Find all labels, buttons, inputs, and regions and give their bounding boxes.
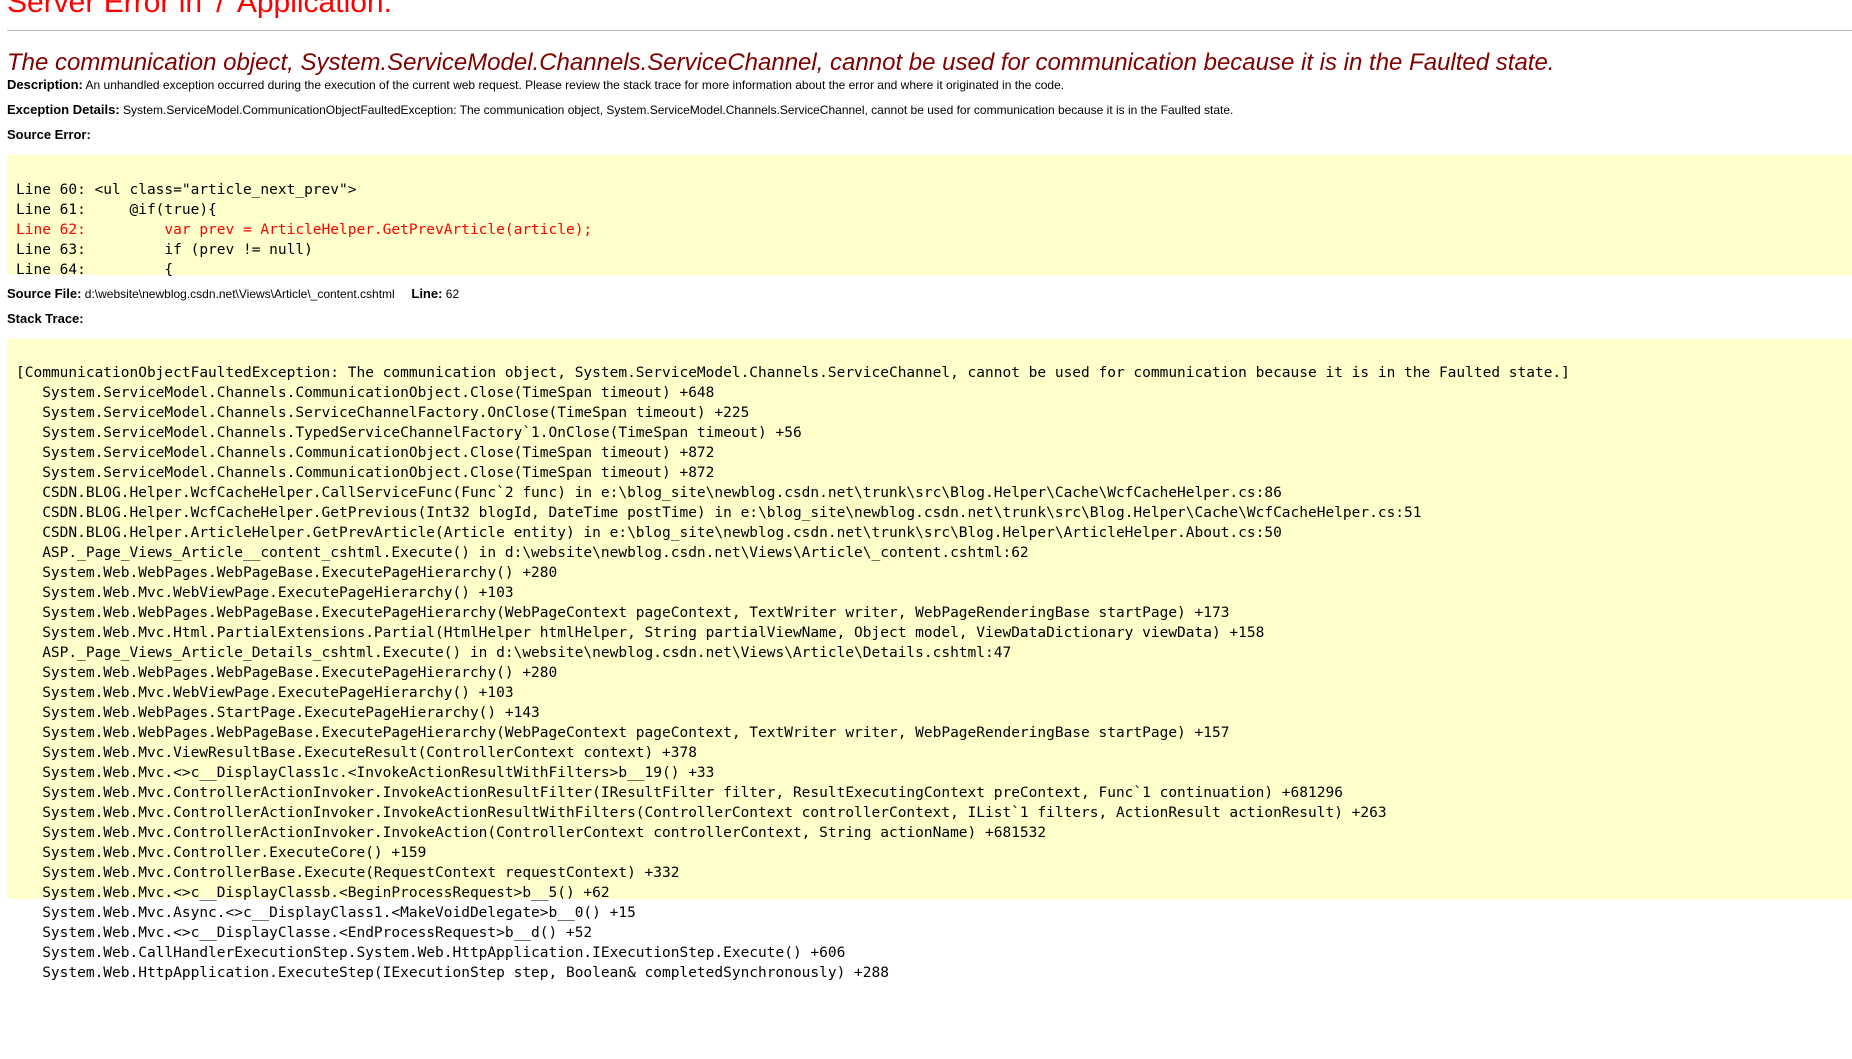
stack-frame: System.Web.Mvc.<>c__DisplayClasse.<EndPr…: [16, 925, 593, 941]
stack-frame: System.Web.WebPages.WebPageBase.ExecuteP…: [16, 565, 558, 581]
title-divider: [7, 30, 1852, 31]
stack-trace-label: Stack Trace:: [7, 311, 84, 326]
stack-frame: System.Web.Mvc.ControllerBase.Execute(Re…: [16, 865, 680, 881]
source-file-path: d:\website\newblog.csdn.net\Views\Articl…: [84, 287, 395, 301]
stack-frame: CSDN.BLOG.Helper.WcfCacheHelper.GetPrevi…: [16, 505, 1422, 521]
source-code-block: Line 60: <ul class="article_next_prev"> L…: [7, 155, 1852, 278]
stack-trace-block: [CommunicationObjectFaultedException: Th…: [7, 339, 1852, 981]
stack-frame: System.ServiceModel.Channels.ServiceChan…: [16, 405, 750, 421]
source-file-line: Source File: d:\website\newblog.csdn.net…: [7, 286, 459, 302]
stack-frame: System.Web.Mvc.ViewResultBase.ExecuteRes…: [16, 745, 697, 761]
stack-frame: System.ServiceModel.Channels.TypedServic…: [16, 425, 802, 441]
description-text: An unhandled exception occurred during t…: [85, 78, 1065, 92]
stack-trace: [CommunicationObjectFaultedException: Th…: [7, 339, 1852, 983]
stack-frame: System.Web.Mvc.<>c__DisplayClass1c.<Invo…: [16, 765, 715, 781]
stack-frame: System.ServiceModel.Channels.Communicati…: [16, 445, 715, 461]
exception-details-label: Exception Details:: [7, 102, 120, 117]
stack-frame: System.Web.Mvc.<>c__DisplayClassb.<Begin…: [16, 885, 610, 901]
stack-frame: System.Web.Mvc.WebViewPage.ExecutePageHi…: [16, 685, 514, 701]
stack-frame: System.ServiceModel.Channels.Communicati…: [16, 385, 715, 401]
stack-frame: CSDN.BLOG.Helper.ArticleHelper.GetPrevAr…: [16, 525, 1282, 541]
stack-frame: ASP._Page_Views_Article__content_cshtml.…: [16, 545, 1029, 561]
stack-frame: System.Web.Mvc.Async.<>c__DisplayClass1.…: [16, 905, 636, 921]
stack-frame: System.Web.Mvc.WebViewPage.ExecutePageHi…: [16, 585, 514, 601]
stack-frame: System.Web.WebPages.WebPageBase.ExecuteP…: [16, 605, 1230, 621]
stack-frame: CSDN.BLOG.Helper.WcfCacheHelper.CallServ…: [16, 485, 1282, 501]
stack-frame: System.Web.CallHandlerExecutionStep.Syst…: [16, 945, 846, 961]
source-error-line: Source Error:: [7, 127, 91, 143]
error-message: The communication object, System.Service…: [7, 49, 1555, 76]
exception-details-text: System.ServiceModel.CommunicationObjectF…: [123, 103, 1234, 117]
stack-frame: System.Web.HttpApplication.ExecuteStep(I…: [16, 965, 889, 981]
description-line: Description: An unhandled exception occu…: [7, 77, 1064, 93]
source-line: Line 60: <ul class="article_next_prev">: [16, 182, 357, 198]
source-line: Line 63: if (prev != null): [16, 242, 313, 258]
stack-trace-exception: [CommunicationObjectFaultedException: Th…: [16, 365, 1570, 381]
source-line: Line 61: @if(true){: [16, 202, 217, 218]
source-line-highlighted: Line 62: var prev = ArticleHelper.GetPre…: [16, 222, 593, 238]
description-label: Description:: [7, 77, 83, 92]
stack-frame: System.Web.WebPages.WebPageBase.ExecuteP…: [16, 725, 1230, 741]
line-label: Line:: [411, 286, 443, 301]
stack-trace-line: Stack Trace:: [7, 311, 84, 327]
stack-frame: System.Web.WebPages.WebPageBase.ExecuteP…: [16, 665, 558, 681]
source-file-label: Source File:: [7, 286, 82, 301]
line-number: 62: [445, 287, 460, 301]
stack-frame: System.Web.Mvc.ControllerActionInvoker.I…: [16, 785, 1343, 801]
source-code: Line 60: <ul class="article_next_prev"> L…: [7, 155, 1852, 280]
stack-frame: System.Web.Mvc.Controller.ExecuteCore() …: [16, 845, 427, 861]
exception-details-line: Exception Details: System.ServiceModel.C…: [7, 102, 1233, 118]
stack-frame: System.Web.WebPages.StartPage.ExecutePag…: [16, 705, 540, 721]
stack-frame: ASP._Page_Views_Article_Details_cshtml.E…: [16, 645, 1012, 661]
source-line: Line 64: {: [16, 262, 174, 278]
page-title: Server Error in '/' Application.: [7, 0, 392, 19]
stack-frame: System.Web.Mvc.Html.PartialExtensions.Pa…: [16, 625, 1265, 641]
stack-frame: System.ServiceModel.Channels.Communicati…: [16, 465, 715, 481]
source-error-label: Source Error:: [7, 127, 91, 142]
stack-frame: System.Web.Mvc.ControllerActionInvoker.I…: [16, 805, 1387, 821]
stack-frame: System.Web.Mvc.ControllerActionInvoker.I…: [16, 825, 1047, 841]
